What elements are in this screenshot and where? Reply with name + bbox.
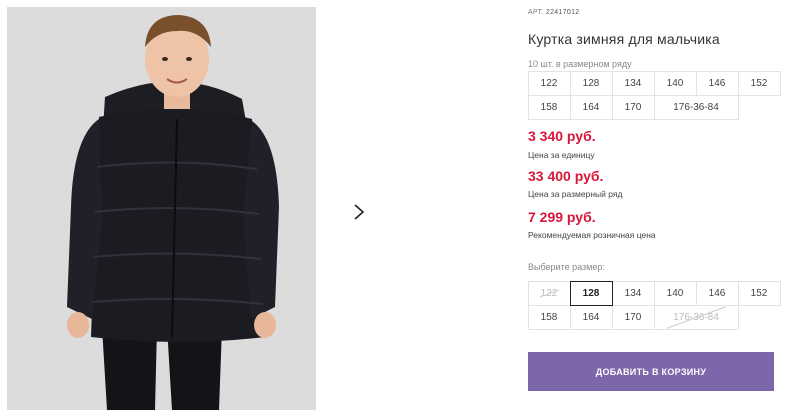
- range-size-cell: 158: [527, 94, 571, 120]
- range-size-cell: 134: [611, 70, 655, 96]
- size-option[interactable]: 164: [569, 304, 613, 330]
- size-option: 176-36-84: [653, 304, 739, 330]
- size-option[interactable]: 158: [527, 304, 571, 330]
- size-option[interactable]: 152: [737, 280, 781, 306]
- retail-price: 7 299 руб.: [528, 209, 596, 225]
- retail-price-label: Рекомендуемая розничная цена: [528, 230, 656, 240]
- range-size-cell: 122: [527, 70, 571, 96]
- range-size-cell: 128: [569, 70, 613, 96]
- size-option[interactable]: 140: [653, 280, 697, 306]
- sku-label: АРТ.: [528, 9, 544, 16]
- range-size-cell: 164: [569, 94, 613, 120]
- size-option[interactable]: 134: [611, 280, 655, 306]
- range-price-label: Цена за размерный ряд: [528, 189, 623, 199]
- add-to-cart-button[interactable]: ДОБАВИТЬ В КОРЗИНУ: [528, 352, 774, 391]
- size-range-note: 10 шт. в размерном ряду: [528, 59, 632, 69]
- sku-number: 22417012: [545, 9, 580, 16]
- range-size-cell: 152: [737, 70, 781, 96]
- size-option[interactable]: 170: [611, 304, 655, 330]
- range-price: 33 400 руб.: [528, 168, 604, 184]
- range-size-cell: 170: [611, 94, 655, 120]
- product-photo: [7, 7, 316, 410]
- range-size-cell: 146: [695, 70, 739, 96]
- size-picker-grid: 122 128 134 140 146 152 158 164 170 176-…: [527, 280, 781, 330]
- next-image-button[interactable]: [340, 193, 378, 231]
- range-size-cell: 140: [653, 70, 697, 96]
- boy-in-jacket-image: [7, 7, 316, 410]
- sku: АРТ. 22417012: [528, 9, 579, 16]
- size-option: 122: [527, 280, 571, 306]
- size-option[interactable]: 146: [695, 280, 739, 306]
- size-option[interactable]: 128: [569, 280, 613, 306]
- product-title: Куртка зимняя для мальчика: [528, 31, 720, 47]
- unit-price: 3 340 руб.: [528, 128, 596, 144]
- chevron-right-icon: [354, 204, 365, 220]
- choose-size-label: Выберите размер:: [528, 262, 605, 272]
- unit-price-label: Цена за единицу: [528, 150, 595, 160]
- size-range-grid: 122 128 134 140 146 152 158 164 170 176-…: [527, 70, 781, 120]
- range-size-cell: 176-36-84: [653, 94, 739, 120]
